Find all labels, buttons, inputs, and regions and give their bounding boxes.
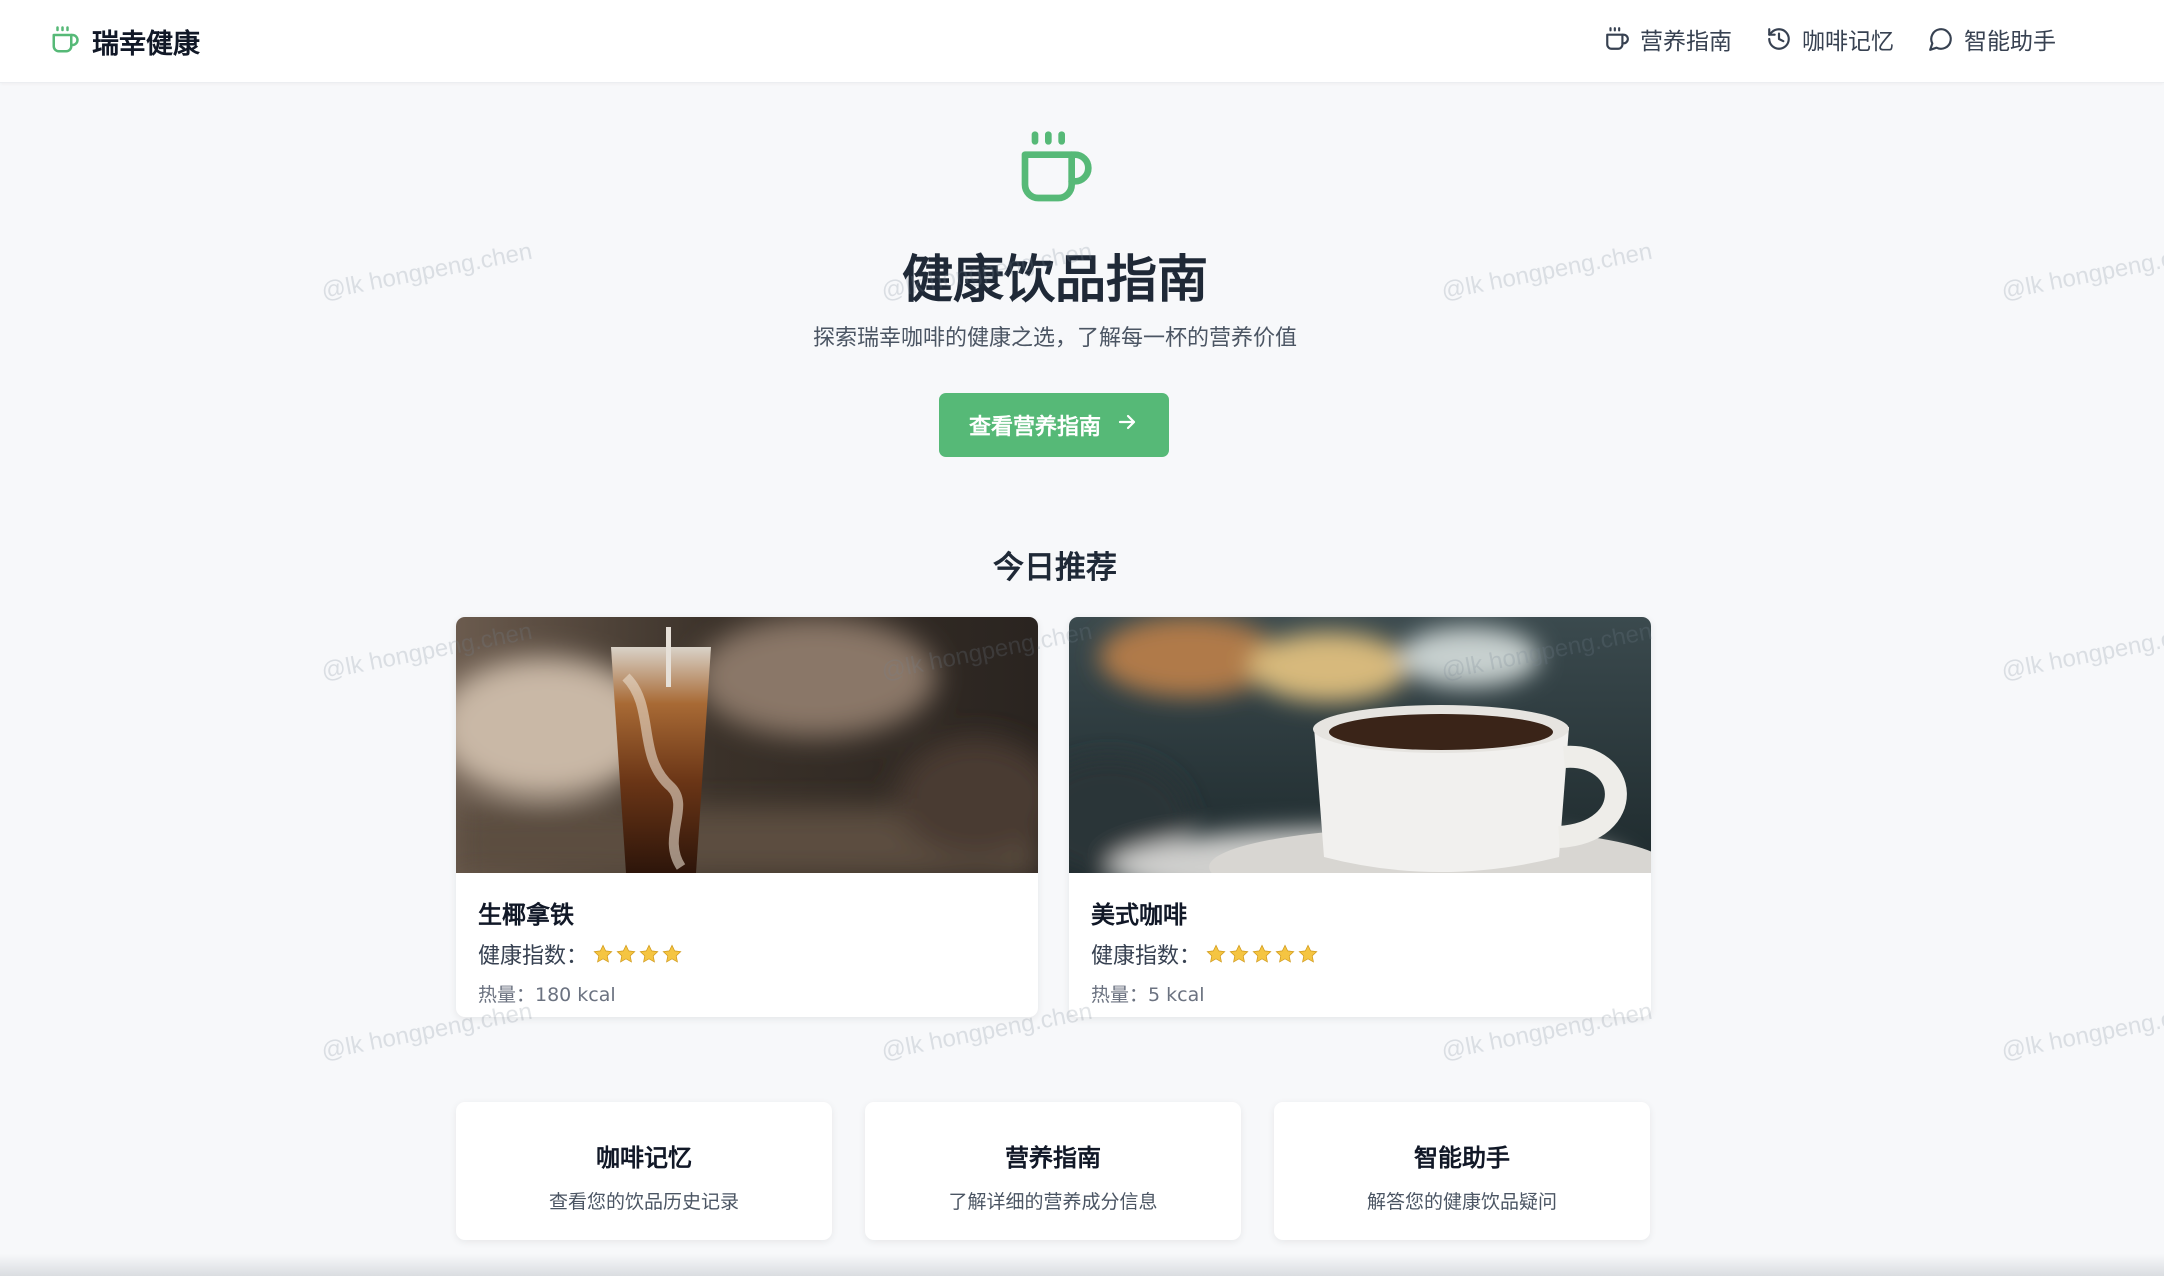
star-icon: [639, 944, 659, 963]
feature-tile-history[interactable]: 咖啡记忆 查看您的饮品历史记录: [456, 1102, 832, 1240]
nav-item-label: 咖啡记忆: [1802, 29, 1894, 55]
brand[interactable]: 瑞幸健康: [50, 22, 200, 61]
health-index: 健康指数：: [478, 938, 1016, 970]
nav-item-nutrition[interactable]: 营养指南: [1604, 22, 1732, 56]
nav-item-label: 智能助手: [1964, 29, 2056, 55]
feature-tile-assistant[interactable]: 智能助手 解答您的健康饮品疑问: [1274, 1102, 1650, 1240]
star-icon: [616, 944, 636, 963]
health-index: 健康指数：: [1091, 938, 1629, 970]
star-icon: [593, 944, 613, 963]
nav-item-label: 营养指南: [1640, 29, 1732, 55]
arrow-right-icon: [1115, 410, 1139, 440]
tile-title: 营养指南: [1005, 1144, 1101, 1172]
drink-card[interactable]: 美式咖啡 健康指数： 热量：5 kcal: [1069, 617, 1651, 1017]
drink-card[interactable]: 生椰拿铁 健康指数： 热量：180 kcal: [456, 617, 1038, 1017]
tile-desc: 了解详细的营养成分信息: [948, 1191, 1158, 1213]
calories: 热量：180 kcal: [478, 984, 616, 1006]
tile-title: 智能助手: [1414, 1144, 1510, 1172]
star-icon: [1206, 944, 1226, 963]
section-title-recommend: 今日推荐: [993, 550, 1117, 586]
bottom-fade: [0, 1254, 2164, 1276]
americano-cup-photo: [1069, 617, 1651, 873]
nav-item-assistant[interactable]: 智能助手: [1928, 22, 2056, 56]
view-nutrition-guide-button[interactable]: 查看营养指南: [939, 393, 1169, 457]
coffee-cup-icon: [50, 25, 80, 59]
chat-bubble-icon: [1928, 26, 1954, 52]
page-subtitle: 探索瑞幸咖啡的健康之选，了解每一杯的营养价值: [812, 326, 1297, 351]
tile-title: 咖啡记忆: [596, 1144, 692, 1172]
star-rating: [1205, 943, 1319, 965]
watermark: @lk hongpeng.chen: [1999, 997, 2164, 1066]
star-rating: [592, 943, 683, 965]
coffee-cup-icon: [1604, 26, 1630, 52]
star-icon: [662, 944, 682, 963]
calories: 热量：5 kcal: [1091, 984, 1205, 1006]
page-title: 健康饮品指南: [901, 251, 1208, 310]
star-icon: [1275, 944, 1295, 963]
health-label: 健康指数：: [478, 944, 589, 969]
health-label: 健康指数：: [1091, 944, 1202, 969]
history-icon: [1766, 26, 1792, 52]
tile-desc: 解答您的健康饮品疑问: [1366, 1191, 1557, 1213]
feature-tile-nutrition[interactable]: 营养指南 了解详细的营养成分信息: [865, 1102, 1241, 1240]
star-icon: [1298, 944, 1318, 963]
star-icon: [1229, 944, 1249, 963]
nav-item-history[interactable]: 咖啡记忆: [1766, 22, 1894, 56]
drink-name: 美式咖啡: [1091, 901, 1187, 929]
cta-label: 查看营养指南: [968, 415, 1101, 440]
brand-name: 瑞幸健康: [92, 29, 200, 60]
iced-latte-photo: [456, 617, 1038, 873]
coffee-cup-icon: [1015, 128, 1095, 212]
tile-desc: 查看您的饮品历史记录: [548, 1191, 739, 1213]
top-navbar: 瑞幸健康 营养指南 咖啡记忆 智能助手: [0, 0, 2164, 83]
star-icon: [1252, 944, 1272, 963]
drink-name: 生椰拿铁: [478, 901, 574, 929]
watermark: @lk hongpeng.chen: [1999, 617, 2164, 686]
